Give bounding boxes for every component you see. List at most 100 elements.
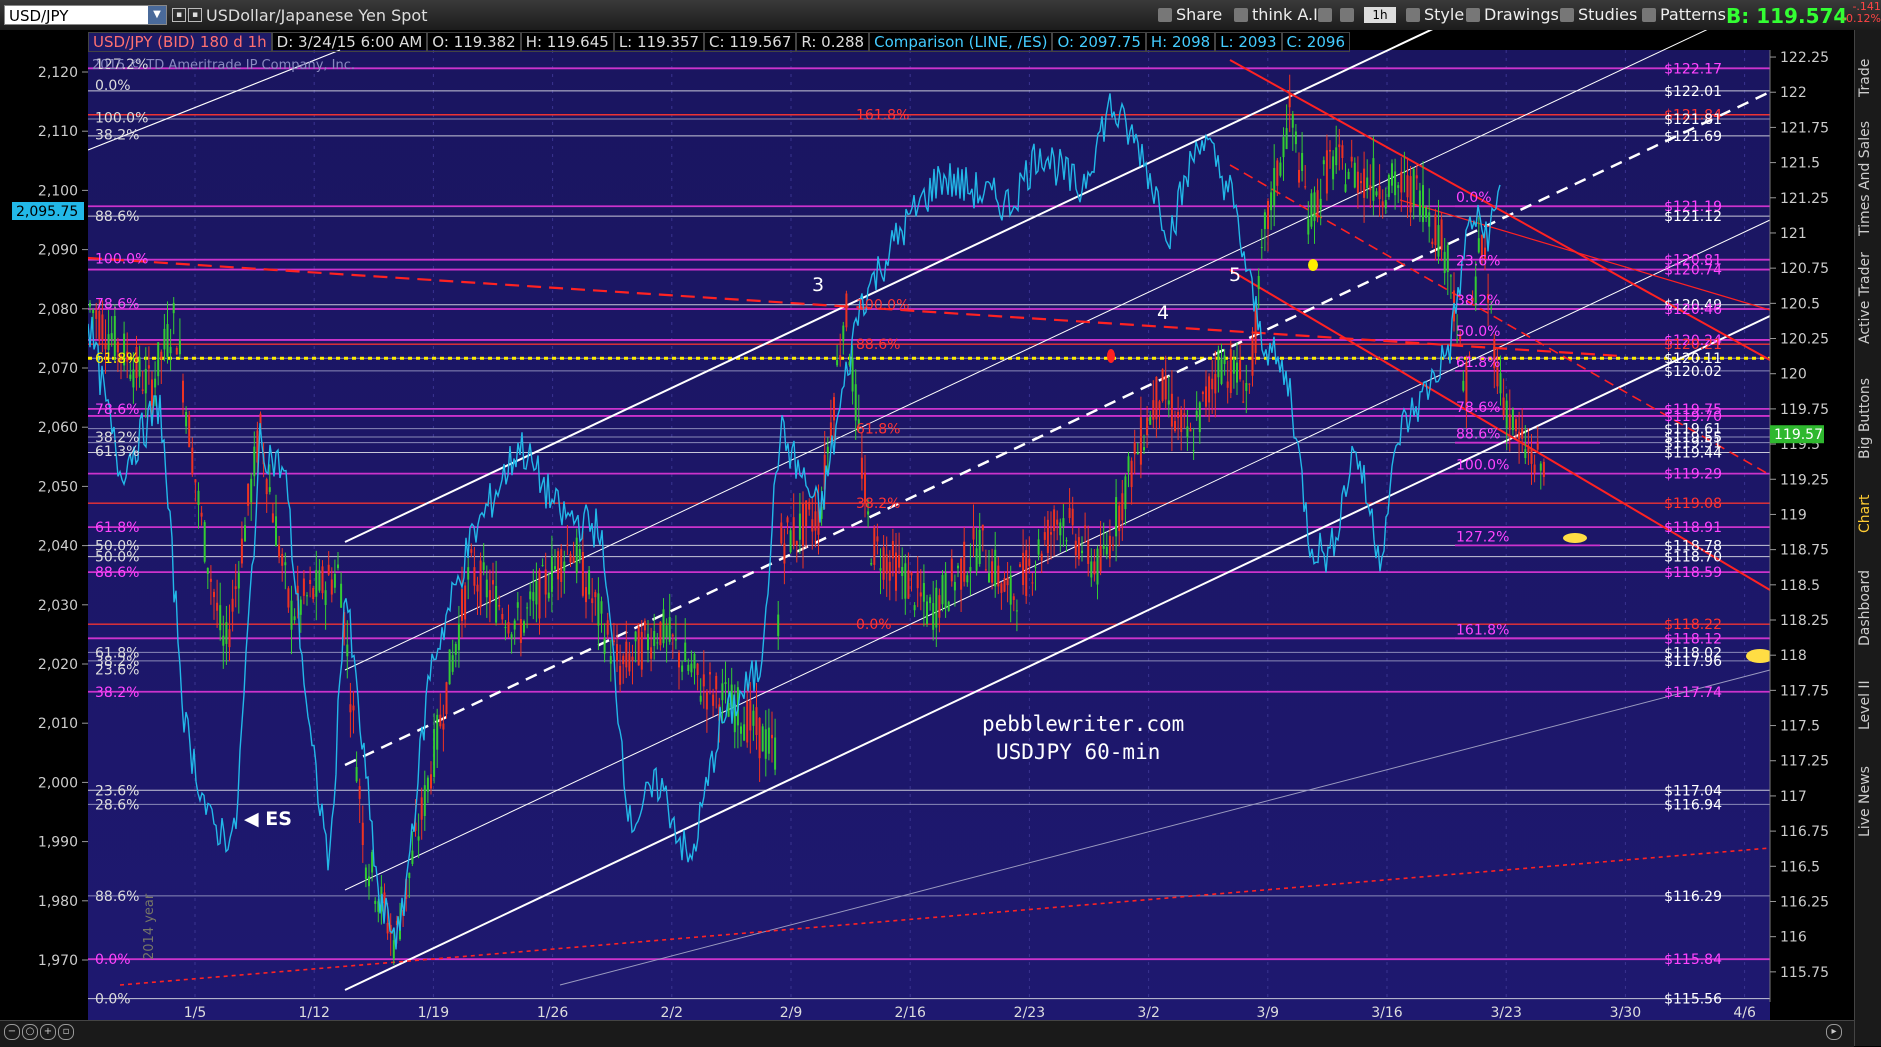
candle-body (209, 578, 212, 582)
candle-body (163, 328, 166, 350)
timeframe-button[interactable]: 1h (1364, 7, 1396, 23)
security-name: USDollar/Japanese Yen Spot (206, 6, 428, 25)
candle-body (231, 598, 234, 612)
right-axis-tick-label: 117 (1780, 789, 1807, 805)
candle-body (532, 592, 535, 601)
candle-body (467, 567, 470, 580)
chevron-down-icon[interactable]: ▼ (148, 6, 166, 24)
candle-body (538, 570, 541, 619)
target-marker (1563, 533, 1587, 543)
share-button[interactable]: Share (1158, 5, 1222, 25)
zoom-box-icon[interactable]: ▫ (58, 1024, 74, 1040)
right-sidebar: Trade Times And Sales Active Trader Big … (1854, 30, 1881, 1046)
candle-body (1077, 537, 1080, 560)
low-readout: L: 119.357 (613, 32, 705, 52)
price-chart[interactable]: $122.17$122.01$121.84$121.81$121.69$121.… (0, 30, 1854, 1020)
menu-icon[interactable]: ▪ (188, 8, 202, 22)
candle-body (340, 583, 343, 608)
chart-title: USD/JPY (BID) 180 d 1h (88, 32, 272, 52)
candle-body (386, 922, 389, 934)
candle-body (1263, 212, 1266, 230)
studies-button[interactable]: Studies (1560, 5, 1637, 25)
candle-body (420, 797, 423, 820)
candle-body (1177, 411, 1180, 419)
tab-level-ii[interactable]: Level II (1857, 670, 1879, 740)
right-axis-tick-label: 121.75 (1780, 120, 1829, 136)
candle-body (758, 717, 761, 759)
candle-body (767, 727, 770, 754)
candle-body (991, 561, 994, 583)
candle-body (581, 551, 584, 596)
candle-body (854, 384, 857, 421)
candle-body (1375, 191, 1378, 196)
left-axis-tick-label: 2,040 (38, 539, 78, 555)
candle-body (572, 556, 575, 563)
tab-trade[interactable]: Trade (1857, 48, 1879, 108)
candle-body (994, 549, 997, 587)
candle-body (104, 343, 107, 350)
price-level-label: $119.44 (1664, 446, 1722, 462)
candle-body (922, 583, 925, 602)
zoom-out-icon[interactable]: − (4, 1024, 20, 1040)
candle-body (1217, 349, 1220, 378)
tab-big-buttons[interactable]: Big Buttons (1857, 368, 1879, 468)
candle-body (684, 642, 687, 662)
candle-body (1139, 417, 1142, 465)
left-axis-tick-label: 2,100 (38, 183, 78, 199)
drawing-tool-button[interactable] (1318, 5, 1336, 25)
candle-body (1257, 275, 1260, 290)
candle-body (1310, 193, 1313, 227)
candle-body (219, 605, 222, 631)
x-tick-label: 1/12 (298, 1005, 329, 1020)
candle-body (1415, 175, 1418, 179)
right-axis-tick-label: 120.25 (1780, 332, 1829, 348)
wave-label-3: 3 (812, 274, 825, 296)
x-tick-label: 3/23 (1490, 1005, 1521, 1020)
candle-body (1356, 171, 1359, 193)
candle-body (355, 767, 358, 782)
candle-body (594, 592, 597, 598)
left-axis-tick-label: 2,000 (38, 775, 78, 791)
tab-live-news[interactable]: Live News (1857, 752, 1879, 852)
top-toolbar: USD/JPY ▼ ▪ ▪ USDollar/Japanese Yen Spot… (0, 0, 1881, 31)
candle-body (290, 600, 293, 630)
price-level-label: $119.29 (1664, 467, 1722, 483)
zoom-reset-icon[interactable]: ○ (22, 1024, 38, 1040)
wrench-button[interactable] (1340, 5, 1358, 25)
candle-body (541, 565, 544, 567)
candle-body (141, 389, 144, 391)
candle-body (371, 852, 374, 873)
right-axis-tick-label: 117.5 (1780, 719, 1820, 735)
candle-body (175, 347, 178, 355)
zoom-in-icon[interactable]: + (40, 1024, 56, 1040)
candle-body (1505, 400, 1508, 429)
tab-times-and-sales[interactable]: Times And Sales (1857, 118, 1879, 238)
drawings-button[interactable]: Drawings (1466, 5, 1559, 25)
tab-dashboard[interactable]: Dashboard (1857, 558, 1879, 658)
fib-right-label: 38.2% (1456, 293, 1500, 309)
think-ai-label: think A.I. (1252, 5, 1323, 24)
scroll-right-icon[interactable]: ▸ (1826, 1024, 1842, 1040)
candle-body (972, 527, 975, 540)
es-label: ES (265, 808, 292, 830)
link-icon[interactable]: ▪ (172, 8, 186, 22)
candle-body (361, 822, 364, 846)
patterns-button[interactable]: Patterns (1642, 5, 1726, 25)
candle-body (293, 616, 296, 621)
candle-body (482, 562, 485, 570)
candle-body (268, 487, 271, 492)
studies-label: Studies (1578, 5, 1638, 24)
tab-active-trader[interactable]: Active Trader (1857, 248, 1879, 348)
candle-body (919, 592, 922, 597)
candle-body (1291, 114, 1294, 128)
tab-chart[interactable]: Chart (1857, 484, 1879, 544)
price-level-label: $115.84 (1664, 952, 1722, 968)
symbol-input[interactable]: USD/JPY ▼ (4, 5, 167, 25)
candle-body (315, 569, 318, 597)
think-ai-button[interactable]: think A.I. (1234, 5, 1323, 25)
style-button[interactable]: Style (1406, 5, 1464, 25)
candle-body (1025, 550, 1028, 597)
candle-body (603, 637, 606, 654)
candle-body (1192, 449, 1195, 451)
fib-right-label: 78.6% (1456, 400, 1500, 416)
